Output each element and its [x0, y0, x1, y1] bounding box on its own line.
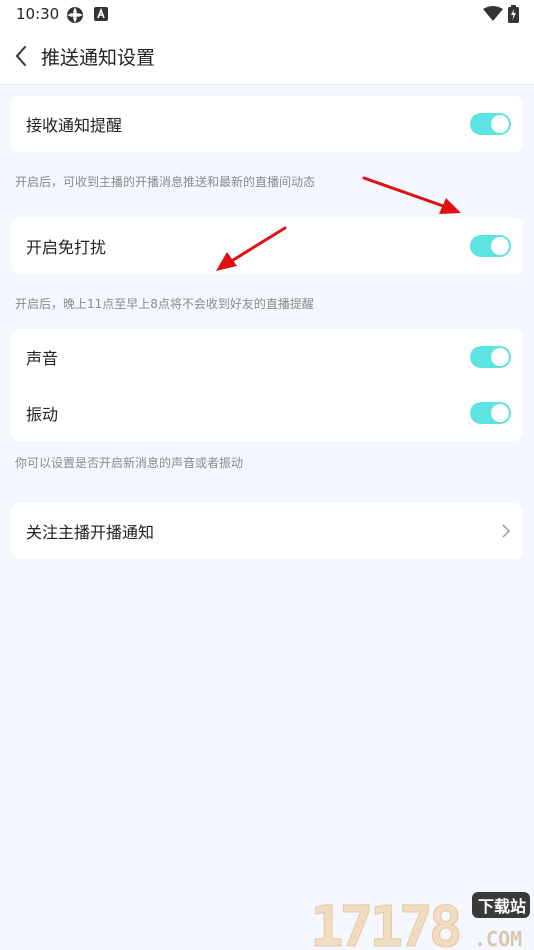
watermark-badge: 下载站	[478, 897, 526, 916]
toggle-knob	[491, 237, 509, 255]
annotation-arrow-right-icon	[362, 176, 461, 214]
card-follow-notifications[interactable]: 关注主播开播通知	[11, 503, 523, 559]
follow-notifications-label: 关注主播开播通知	[26, 523, 155, 542]
status-bar: 10:30	[0, 0, 534, 28]
app-bar: 推送通知设置	[0, 28, 534, 85]
vibrate-toggle[interactable]	[470, 402, 511, 424]
receive-notifications-hint: 开启后，可收到主播的开播消息推送和最新的直播间动态	[15, 175, 316, 189]
do-not-disturb-toggle[interactable]	[470, 235, 511, 257]
sound-label: 声音	[26, 349, 59, 368]
card-receive-notifications: 接收通知提醒	[11, 96, 523, 152]
row-vibrate: 振动	[11, 385, 523, 441]
watermark-logo: 17178 下载站 .COM	[310, 892, 530, 950]
receive-notifications-toggle[interactable]	[470, 113, 511, 135]
page-title: 推送通知设置	[41, 47, 156, 69]
card-sound-vibrate: 声音 振动	[11, 329, 523, 441]
row-sound: 声音	[11, 329, 523, 385]
status-time: 10:30	[16, 5, 60, 23]
receive-notifications-label: 接收通知提醒	[26, 116, 123, 135]
watermark-suffix: .COM	[474, 927, 522, 950]
do-not-disturb-label: 开启免打扰	[26, 238, 107, 257]
toggle-knob	[491, 115, 509, 133]
do-not-disturb-hint: 开启后，晚上11点至早上8点将不会收到好友的直播提醒	[15, 297, 314, 311]
card-do-not-disturb: 开启免打扰	[11, 218, 523, 274]
watermark-number: 17178	[310, 895, 460, 950]
toggle-knob	[491, 348, 509, 366]
chevron-left-icon	[15, 46, 26, 66]
chevron-right-icon	[502, 524, 511, 538]
a-status-icon	[94, 7, 108, 21]
row-do-not-disturb: 开启免打扰	[11, 218, 523, 274]
row-follow-notifications[interactable]: 关注主播开播通知	[11, 503, 523, 559]
sound-vibrate-hint: 你可以设置是否开启新消息的声音或者振动	[15, 456, 244, 470]
battery-icon	[508, 5, 519, 23]
sound-toggle[interactable]	[470, 346, 511, 368]
vibrate-label: 振动	[26, 405, 59, 424]
toggle-knob	[491, 404, 509, 422]
settings-status-icon	[67, 7, 83, 23]
back-button[interactable]	[10, 42, 34, 70]
row-receive-notifications: 接收通知提醒	[11, 96, 523, 152]
wifi-icon	[483, 6, 503, 21]
